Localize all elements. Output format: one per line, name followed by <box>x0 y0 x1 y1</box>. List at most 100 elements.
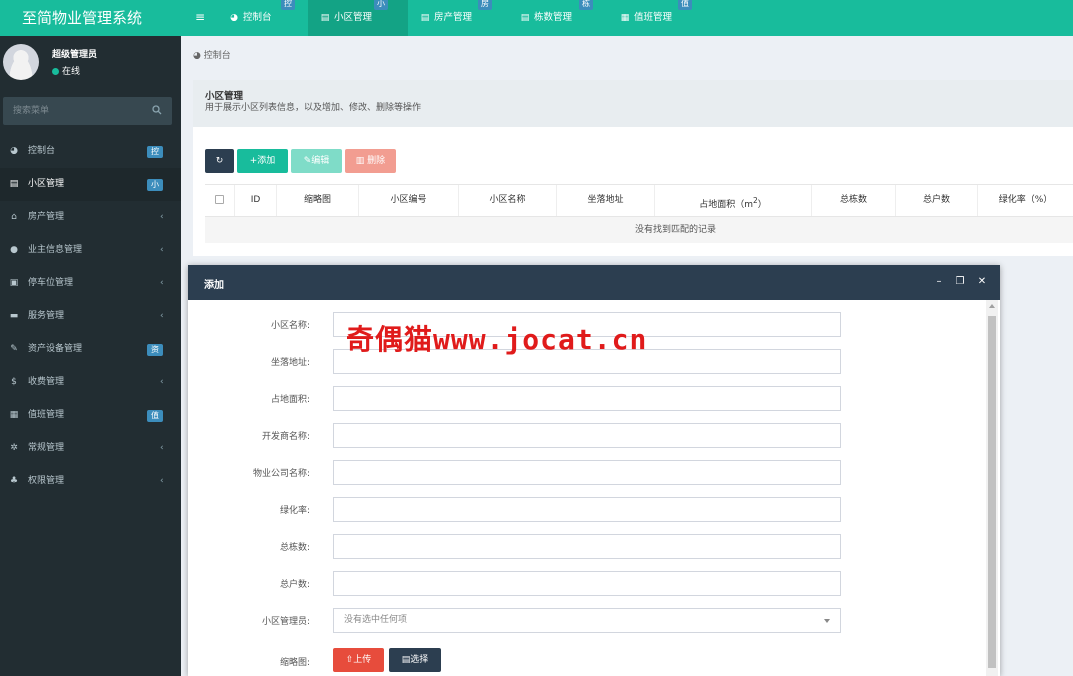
field-label: 小区管理员: <box>261 617 310 627</box>
calendar-icon: ▦ <box>620 13 630 23</box>
table-header: ID 缩略图 小区编号 小区名称 坐落地址 占地面积（m2） 总栋数 总户数 绿… <box>205 184 1073 217</box>
tab-duty[interactable]: ▦ 值班管理 值 <box>608 0 708 36</box>
caret-down-icon <box>824 619 830 623</box>
page-description: 用于展示小区列表信息，以及增加、修改、删除等操作 <box>205 103 422 113</box>
column-header[interactable]: 绿化率（%） <box>978 185 1073 216</box>
list-icon: ▤ <box>320 13 330 23</box>
choose-button[interactable]: ▤选择 <box>389 648 441 672</box>
select-all-cell <box>205 185 235 216</box>
avatar[interactable] <box>3 44 39 80</box>
sidebar-item-assets[interactable]: ✎ 资产设备管理 资 <box>0 333 181 366</box>
chevron-left-icon: ‹ <box>160 278 164 288</box>
chevron-left-icon: ‹ <box>160 245 164 255</box>
upload-button[interactable]: ⇧上传 <box>333 648 384 672</box>
manager-select[interactable]: 没有选中任何项 <box>333 608 841 633</box>
tab-badge: 小 <box>374 0 388 10</box>
maximize-icon[interactable]: ❐ <box>954 275 966 289</box>
watermark: 奇偶猫www.jocat.cn <box>346 323 648 356</box>
minimize-icon[interactable]: – <box>933 275 945 289</box>
home-icon: ⌂ <box>11 212 17 222</box>
add-button[interactable]: +添加 <box>237 149 288 173</box>
column-header[interactable]: 缩略图 <box>277 185 359 216</box>
field-label: 总户数: <box>279 580 310 590</box>
select-all-checkbox[interactable] <box>215 195 224 204</box>
tab-community[interactable]: ▤ 小区管理 小 <box>308 0 408 36</box>
property-company-field[interactable] <box>333 460 841 485</box>
list-icon: ▤ <box>420 13 430 23</box>
dashboard-icon: ◕ <box>10 146 18 156</box>
tab-badge: 栋 <box>579 0 593 10</box>
menu-badge: 控 <box>147 146 163 158</box>
panel-header: 小区管理 用于展示小区列表信息，以及增加、修改、删除等操作 <box>193 80 1073 127</box>
scroll-up-icon[interactable] <box>989 304 995 308</box>
sidebar-item-service[interactable]: ▬ 服务管理 ‹ <box>0 300 181 333</box>
group-icon: ♣ <box>9 476 19 486</box>
close-icon[interactable]: ✕ <box>976 275 988 289</box>
sidebar-item-dashboard[interactable]: ◕ 控制台 控 <box>0 135 181 168</box>
green-rate-field[interactable] <box>333 497 841 522</box>
user-status: 在线 <box>52 64 80 77</box>
sidebar-item-general[interactable]: ✲ 常规管理 ‹ <box>0 432 181 465</box>
search-icon[interactable] <box>152 105 162 115</box>
calendar-icon: ▦ <box>9 410 19 420</box>
breadcrumb[interactable]: ◕ 控制台 <box>193 48 231 61</box>
sidebar-item-duty[interactable]: ▦ 值班管理 值 <box>0 399 181 432</box>
column-header[interactable]: ID <box>235 185 277 216</box>
trash-icon: ▥ <box>355 156 368 166</box>
building-count-field[interactable] <box>333 534 841 559</box>
field-label: 开发商名称: <box>261 432 310 442</box>
sidebar: 超级管理员 在线 ◕控制台 控 ▤小区管理 小 ⌂房产管理 ‹ ●业主信息管理 … <box>0 36 181 676</box>
menu-badge: 资 <box>147 344 163 356</box>
dollar-icon: $ <box>11 377 17 387</box>
menu-toggle-icon[interactable]: ≡ <box>195 11 205 23</box>
field-label: 小区名称: <box>270 321 310 331</box>
sidebar-item-parking[interactable]: ▣ 停车位管理 ‹ <box>0 267 181 300</box>
tab-badge: 控 <box>281 0 295 10</box>
chevron-left-icon: ‹ <box>160 212 164 222</box>
column-header[interactable]: 小区名称 <box>459 185 557 216</box>
developer-field[interactable] <box>333 423 841 448</box>
sidebar-item-property[interactable]: ⌂ 房产管理 ‹ <box>0 201 181 234</box>
sidebar-search-input[interactable] <box>3 97 143 125</box>
tab-badge: 值 <box>678 0 692 10</box>
field-label: 绿化率: <box>279 506 310 516</box>
column-header-area[interactable]: 占地面积（m2） <box>655 185 812 216</box>
dialog-header[interactable]: 添加 – ❐ ✕ <box>188 265 1000 300</box>
column-header[interactable]: 总户数 <box>896 185 978 216</box>
list-icon: ▤ <box>401 655 411 665</box>
top-navbar: ≡ ◕ 控制台 控 ▤ 小区管理 小 ▤ 房产管理 房 ▤ 栋数管理 栋 ▦ 值班管理 值 <box>181 0 1073 36</box>
tab-badge: 房 <box>478 0 492 10</box>
dialog-title: 添加 <box>204 280 224 291</box>
user-icon: ● <box>10 245 18 255</box>
field-label: 总栋数: <box>279 543 310 553</box>
sidebar-item-owner-info[interactable]: ● 业主信息管理 ‹ <box>0 234 181 267</box>
chevron-left-icon: ‹ <box>160 443 164 453</box>
area-field[interactable] <box>333 386 841 411</box>
tab-dashboard[interactable]: ◕ 控制台 控 <box>217 0 307 36</box>
chevron-left-icon: ‹ <box>160 476 164 486</box>
sidebar-item-billing[interactable]: $ 收费管理 ‹ <box>0 366 181 399</box>
sidebar-search <box>3 97 172 125</box>
menu-badge: 小 <box>147 179 163 191</box>
refresh-button[interactable]: ↻ <box>205 149 234 173</box>
column-header[interactable]: 坐落地址 <box>557 185 655 216</box>
scroll-thumb[interactable] <box>988 316 996 668</box>
column-header[interactable]: 总栋数 <box>812 185 896 216</box>
sidebar-item-permission[interactable]: ♣ 权限管理 ‹ <box>0 465 181 498</box>
sidebar-item-community[interactable]: ▤ 小区管理 小 <box>0 168 181 201</box>
content-panel: 小区管理 用于展示小区列表信息，以及增加、修改、删除等操作 ↻ +添加 ✎编辑 … <box>193 80 1073 256</box>
online-dot-icon <box>52 68 59 75</box>
list-icon: ▤ <box>9 179 19 189</box>
edit-button[interactable]: ✎编辑 <box>291 149 342 173</box>
dialog-scrollbar[interactable] <box>986 300 998 676</box>
column-header[interactable]: 小区编号 <box>359 185 459 216</box>
tab-building[interactable]: ▤ 栋数管理 栋 <box>508 0 608 36</box>
delete-button[interactable]: ▥ 删除 <box>345 149 396 173</box>
user-name: 超级管理员 <box>52 50 98 60</box>
field-label: 占地面积: <box>270 395 310 405</box>
menu-badge: 值 <box>147 410 163 422</box>
field-label: 缩略图: <box>279 658 310 668</box>
app-title[interactable]: 至简物业管理系统 <box>0 0 181 36</box>
household-count-field[interactable] <box>333 571 841 596</box>
tab-property[interactable]: ▤ 房产管理 房 <box>408 0 508 36</box>
